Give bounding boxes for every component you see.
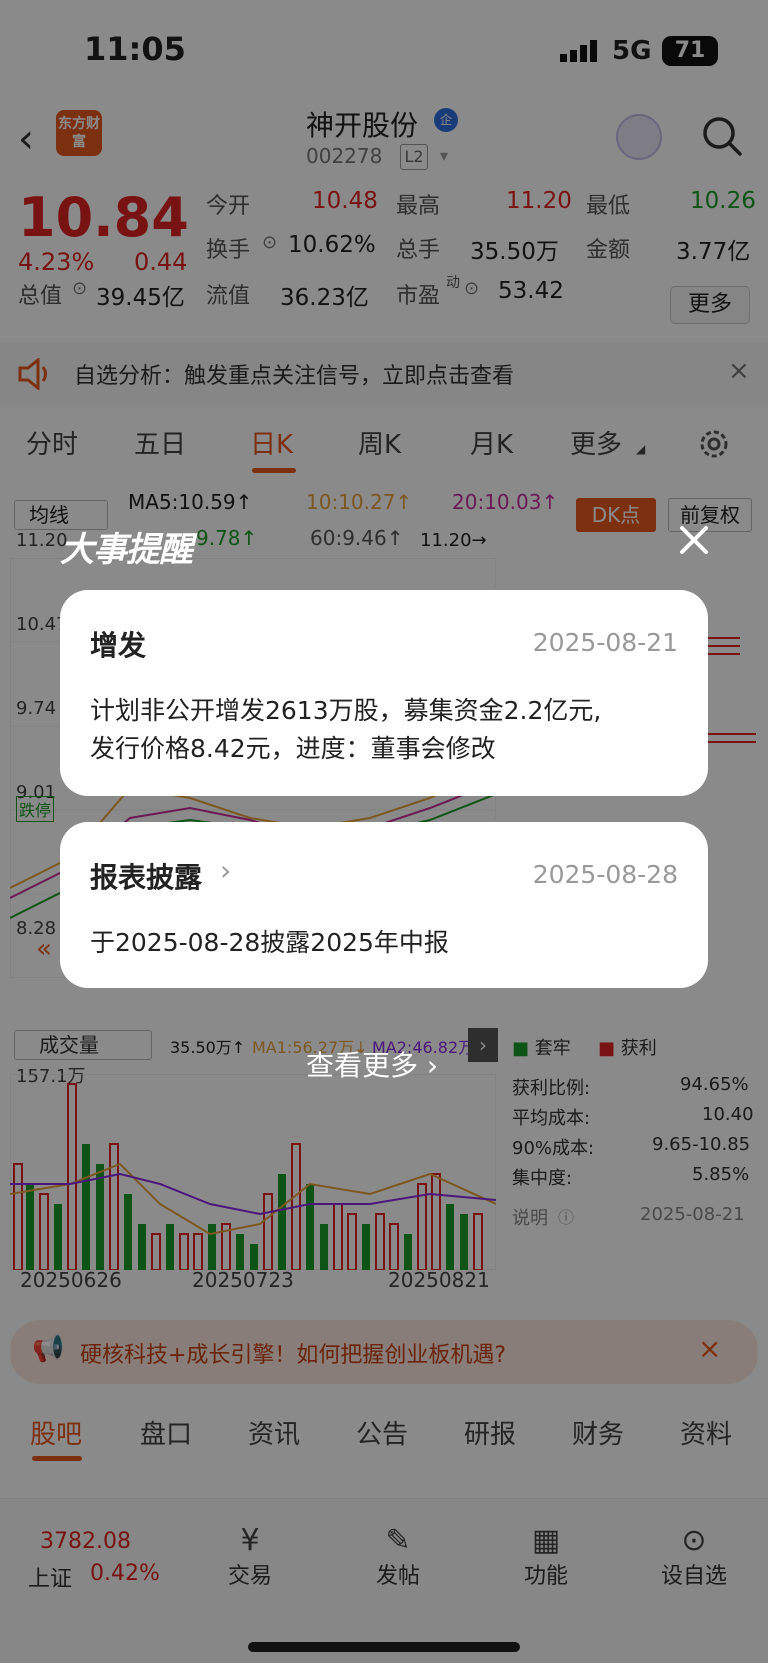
card-date: 2025-08-28 xyxy=(532,860,678,889)
card-body: 于2025-08-28披露2025年中报 xyxy=(90,928,449,957)
card-body-line1: 计划非公开增发2613万股，募集资金2.2亿元, xyxy=(90,696,602,725)
see-more-link[interactable]: 查看更多 › xyxy=(306,1044,438,1084)
home-indicator xyxy=(248,1642,520,1652)
event-card-report[interactable]: 报表披露 › 2025-08-28 于2025-08-28披露2025年中报 xyxy=(60,822,708,988)
modal-title: 大事提醒 xyxy=(60,530,193,570)
card-date: 2025-08-21 xyxy=(532,628,678,657)
chevron-right-icon: › xyxy=(426,1049,439,1082)
card-title: 报表披露 xyxy=(90,861,203,894)
event-card-issuance[interactable]: 增发 2025-08-21 计划非公开增发2613万股，募集资金2.2亿元, 发… xyxy=(60,590,708,796)
card-body-line2: 发行价格8.42元，进度：董事会修改 xyxy=(90,734,496,763)
card-title: 增发 xyxy=(90,629,147,662)
chevron-right-icon[interactable]: › xyxy=(220,854,231,887)
close-icon[interactable] xyxy=(672,518,716,562)
see-more-label: 查看更多 xyxy=(306,1049,419,1082)
